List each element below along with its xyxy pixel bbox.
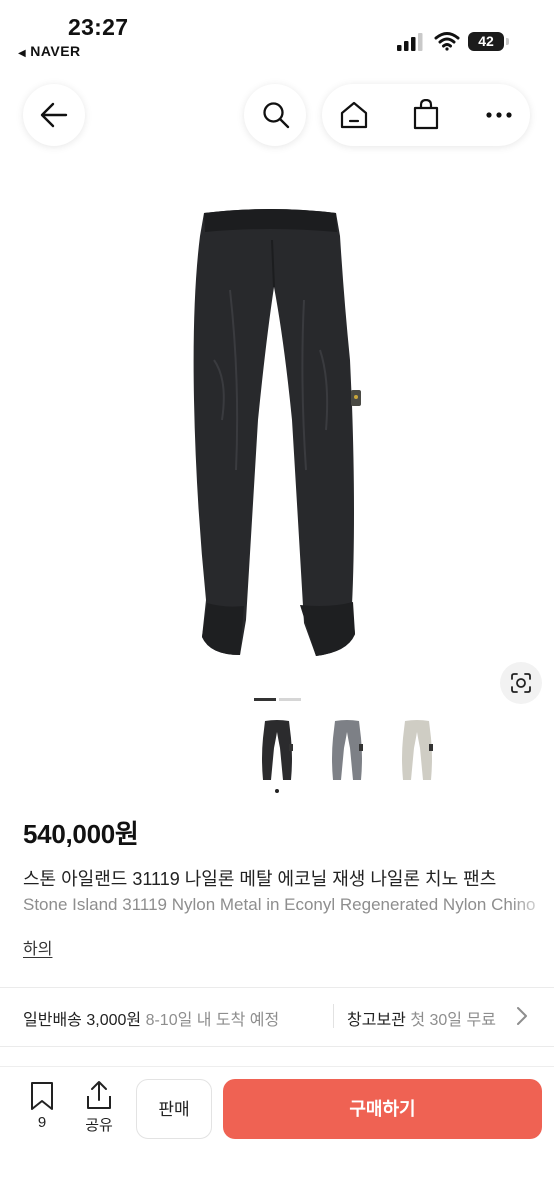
selected-thumbnail-dot [275,789,279,793]
back-button[interactable] [23,84,85,146]
more-horizontal-icon[interactable] [486,111,512,119]
category-link[interactable]: 하의 [23,935,52,959]
cellular-signal-icon [397,33,423,51]
wifi-icon [434,32,460,51]
section-divider [0,1046,554,1047]
back-to-app-link[interactable]: ◀ NAVER [18,43,81,59]
pager-indicator [279,698,301,701]
section-divider [0,987,554,988]
image-search-button[interactable] [500,662,542,704]
storage-label: 창고보관 [347,1012,406,1029]
storage-note: 첫 30일 무료 [410,1012,496,1029]
camera-lens-icon [511,673,531,693]
storage-option[interactable]: 창고보관 첫 30일 무료 [347,1006,496,1030]
color-thumbnail-grey[interactable] [324,718,370,784]
bookmark-icon[interactable] [29,1081,55,1111]
nav-action-group [322,84,530,146]
back-triangle-icon: ◀ [18,48,27,59]
share-icon[interactable] [85,1080,113,1110]
shipping-fee: 3,000원 [86,1012,142,1029]
color-thumbnail-black[interactable] [254,718,300,784]
status-time: 23:27 [68,14,129,40]
shipping-label: 일반배송 [23,1012,82,1029]
share-label: 공유 [85,1117,113,1134]
title-fade-overlay [510,860,554,920]
search-icon [263,102,290,129]
shipping-option[interactable]: 일반배송 3,000원 8-10일 내 도착 예정 [23,1006,279,1030]
shipping-eta: 8-10일 내 도착 예정 [145,1012,280,1029]
color-thumbnail-beige[interactable] [394,718,440,784]
product-image[interactable] [0,170,554,690]
buy-button[interactable]: 구매하기 [223,1079,542,1139]
product-title-english: Stone Island 31119 Nylon Metal in Econyl… [23,895,536,914]
product-title-korean: 스톤 아일랜드 31119 나일론 메탈 에코닐 재생 나일론 치노 팬츠 [23,869,497,889]
product-price: 540,000원 [23,819,139,849]
sell-button[interactable]: 판매 [136,1079,212,1139]
vertical-separator [333,1004,334,1028]
arrow-left-icon [40,102,68,128]
home-icon[interactable] [339,100,369,130]
back-app-name: NAVER [30,43,81,59]
battery-indicator: 42 [468,32,504,51]
pager-indicator-active [254,698,276,701]
search-button[interactable] [244,84,306,146]
shopping-bag-icon[interactable] [412,99,440,130]
chevron-right-icon[interactable] [515,1006,529,1026]
battery-cap [506,38,509,45]
